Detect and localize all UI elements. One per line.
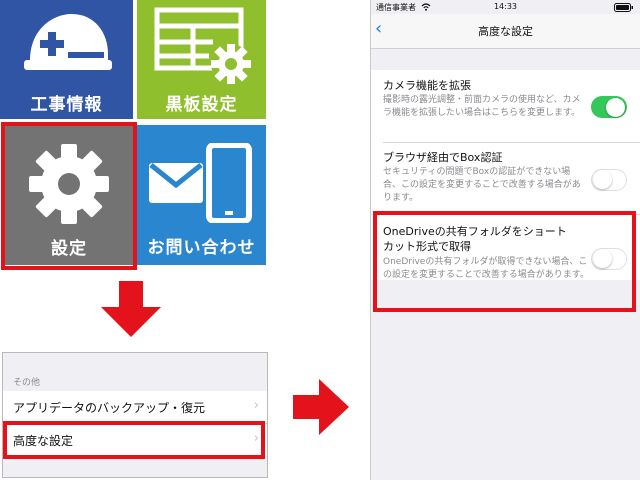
advanced-settings-screen: 通信事業者 14:33 ‹ 高度な設定 カメラ機能を拡張 撮影時の露光調整・前面…: [370, 0, 640, 480]
mail-phone-icon: [149, 143, 252, 223]
arrow-down-icon: [101, 281, 161, 337]
toggle-knob: [606, 97, 625, 117]
highlight-advanced-settings: [3, 421, 265, 459]
option-desc-box-auth: セキュリティの問題でBoxの認証ができない場合、この設定を変更することで改善する…: [383, 167, 581, 203]
toggle-box-auth[interactable]: [591, 169, 627, 191]
settings-list-panel: その他 アプリデータのバックアップ・復元 › 高度な設定 ›: [2, 352, 268, 478]
blackboard-gear-icon: [154, 7, 251, 84]
tile-label: お問い合わせ: [147, 238, 256, 258]
tile-label: 黒板設定: [165, 95, 238, 115]
tile-contact[interactable]: お問い合わせ: [137, 125, 266, 265]
page-title: 高度な設定: [478, 25, 533, 38]
option-title-camera: カメラ機能を拡張: [383, 79, 471, 92]
option-title-box-auth: ブラウザ経由でBox認証: [383, 151, 503, 164]
tile-blackboard-settings[interactable]: 黒板設定: [137, 0, 266, 119]
status-bar: 通信事業者 14:33: [371, 0, 640, 14]
highlight-settings-tile: [1, 122, 137, 270]
status-time: 14:33: [493, 2, 518, 11]
toggle-camera-extend[interactable]: [591, 96, 627, 118]
section-header: その他: [13, 378, 41, 388]
tile-construction-info[interactable]: 工事情報: [0, 0, 133, 119]
option-desc-camera: 撮影時の露光調整・前面カメラの使用など、カメラ機能を拡張したい場合はこちらを変更…: [383, 95, 581, 118]
chevron-right-icon: ›: [253, 398, 259, 413]
list-item-label: アプリデータのバックアップ・復元: [13, 401, 206, 415]
highlight-onedrive-option: [373, 211, 636, 312]
helmet-icon: [24, 14, 112, 70]
list-item-backup-restore[interactable]: アプリデータのバックアップ・復元 ›: [3, 391, 267, 423]
tile-label: 工事情報: [30, 95, 103, 115]
battery-icon: [614, 3, 633, 12]
arrow-right-icon: [293, 379, 349, 435]
toggle-knob: [592, 170, 612, 189]
nav-bar: ‹ 高度な設定: [371, 14, 640, 49]
divider: [383, 142, 640, 143]
